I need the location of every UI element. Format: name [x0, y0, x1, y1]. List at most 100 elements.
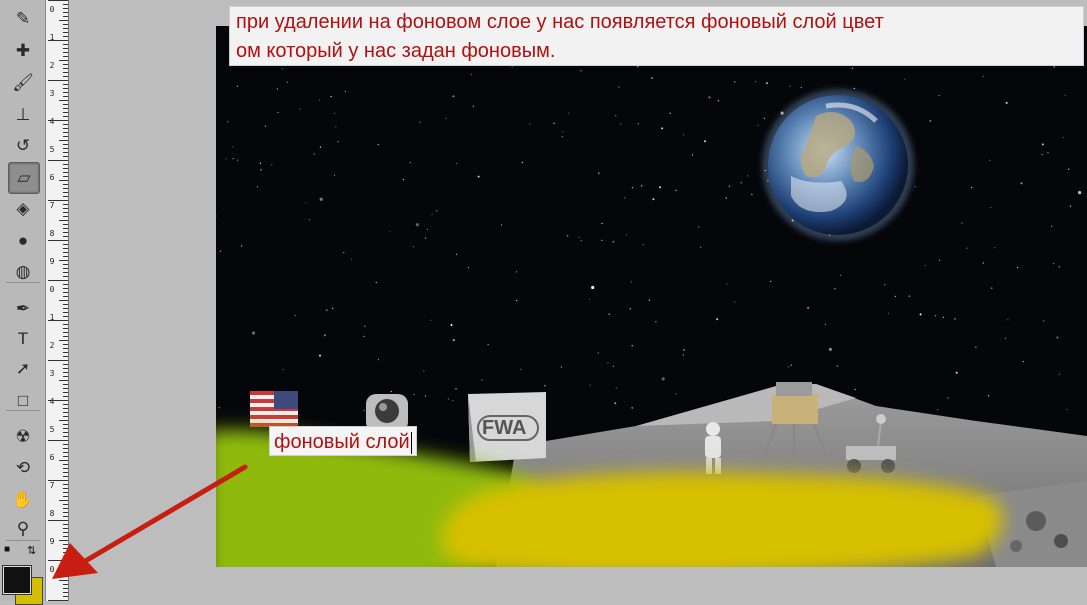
3d-rotate-tool[interactable]: ☢	[8, 422, 38, 452]
ruler-tick	[63, 224, 68, 225]
path-selection-icon: ➚	[15, 359, 31, 378]
document-canvas[interactable]: FWA	[216, 26, 1087, 567]
ruler-tick	[63, 16, 68, 17]
ruler-tick	[59, 20, 68, 21]
ruler-number: 2	[49, 61, 55, 70]
ruler-tick	[63, 316, 68, 317]
clone-stamp-tool[interactable]: ⊥	[8, 100, 38, 130]
ruler-number: 4	[49, 397, 55, 406]
ruler-tick	[59, 340, 68, 341]
rectangle-tool[interactable]: □	[8, 386, 38, 416]
eyedropper-tool[interactable]: ✎	[8, 4, 38, 34]
ruler-tick	[63, 208, 68, 209]
history-brush-tool[interactable]: ↺	[8, 131, 38, 161]
ruler-tick	[63, 336, 68, 337]
ruler-number: 5	[49, 145, 55, 154]
ruler-tick	[48, 360, 68, 361]
ruler-tick	[63, 168, 68, 169]
pointer-arrow	[52, 464, 248, 579]
blur-tool[interactable]: ●	[8, 226, 38, 256]
ruler-tick	[63, 276, 68, 277]
ruler-tick	[48, 0, 68, 1]
ruler-tick	[63, 76, 68, 77]
layer-label-text: фоновый слой	[274, 431, 410, 453]
type-tool[interactable]: T	[8, 324, 38, 354]
american-flag	[250, 391, 298, 427]
annotation-note-line-1: при удалении на фоновом слое у нас появл…	[236, 11, 884, 33]
ruler-tick	[48, 440, 68, 441]
ruler-tick	[63, 248, 68, 249]
ruler-tick	[63, 72, 68, 73]
path-selection-tool[interactable]: ➚	[8, 354, 38, 384]
ruler-tick	[63, 388, 68, 389]
paint-bucket-tool[interactable]: ◈	[8, 194, 38, 224]
ruler-tick	[63, 424, 68, 425]
ruler-tick	[59, 420, 68, 421]
ruler-number: 9	[49, 257, 55, 266]
swap-colors-icon[interactable]: ⇅	[27, 544, 36, 557]
ruler-tick	[63, 236, 68, 237]
ruler-tick	[63, 304, 68, 305]
ruler-tick	[63, 192, 68, 193]
ruler-tick	[63, 396, 68, 397]
ruler-tick	[63, 412, 68, 413]
ruler-tick	[63, 324, 68, 325]
ruler-number: 7	[49, 201, 55, 210]
ruler-tick	[63, 356, 68, 357]
ruler-tick	[59, 60, 68, 61]
ruler-number: 6	[49, 173, 55, 182]
text-caret	[410, 431, 412, 454]
ruler-tick	[59, 140, 68, 141]
pen-tool[interactable]: ✒	[8, 294, 38, 324]
ruler-tick	[63, 368, 68, 369]
healing-brush-tool[interactable]: ✚	[8, 36, 38, 66]
brush-tool[interactable]: 🖌	[8, 68, 38, 98]
tool-separator	[6, 410, 40, 411]
ruler-tick	[63, 272, 68, 273]
ruler-tick	[63, 152, 68, 153]
ruler-tick	[63, 32, 68, 33]
ruler-tick	[63, 452, 68, 453]
ruler-tick	[63, 436, 68, 437]
eraser-icon: ▱	[17, 168, 31, 187]
ruler-tick	[63, 48, 68, 49]
ruler-tick	[63, 136, 68, 137]
ruler-tick	[48, 240, 68, 241]
tool-separator	[6, 540, 40, 541]
foreground-color-swatch[interactable]	[2, 565, 32, 595]
ruler-tick	[63, 308, 68, 309]
paint-bucket-icon: ◈	[16, 199, 30, 218]
ruler-tick	[63, 128, 68, 129]
ruler-tick	[59, 300, 68, 301]
3d-orbit-tool[interactable]: ⟲	[8, 453, 38, 483]
ruler-tick	[63, 428, 68, 429]
ruler-tick	[63, 88, 68, 89]
ruler-number: 8	[49, 229, 55, 238]
ruler-tick	[63, 332, 68, 333]
ruler-tick	[63, 156, 68, 157]
default-colors-icon[interactable]: ■	[4, 544, 10, 555]
hand-tool[interactable]: ✋	[8, 485, 38, 515]
ruler-tick	[63, 392, 68, 393]
ruler-number: 4	[49, 117, 55, 126]
ruler-number: 1	[49, 33, 55, 42]
ruler-tick	[63, 252, 68, 253]
blur-icon: ●	[17, 231, 29, 250]
ruler-tick	[63, 116, 68, 117]
ruler-number: 0	[49, 285, 55, 294]
ruler-tick	[63, 52, 68, 53]
ruler-tick	[63, 364, 68, 365]
ruler-tick	[63, 204, 68, 205]
ruler-number: 3	[49, 89, 55, 98]
ruler-tick	[63, 416, 68, 417]
background-layer-label: фоновый слой	[269, 426, 417, 456]
zoom-icon: ⚲	[16, 519, 30, 538]
ruler-tick	[63, 312, 68, 313]
pen-icon: ✒	[15, 299, 31, 318]
svg-text:FWA: FWA	[482, 417, 526, 439]
eyedropper-icon: ✎	[15, 9, 31, 28]
history-brush-icon: ↺	[15, 136, 31, 155]
ruler-number: 0	[49, 5, 55, 14]
ruler-tick	[48, 160, 68, 161]
eraser-tool[interactable]: ▱	[8, 162, 40, 194]
